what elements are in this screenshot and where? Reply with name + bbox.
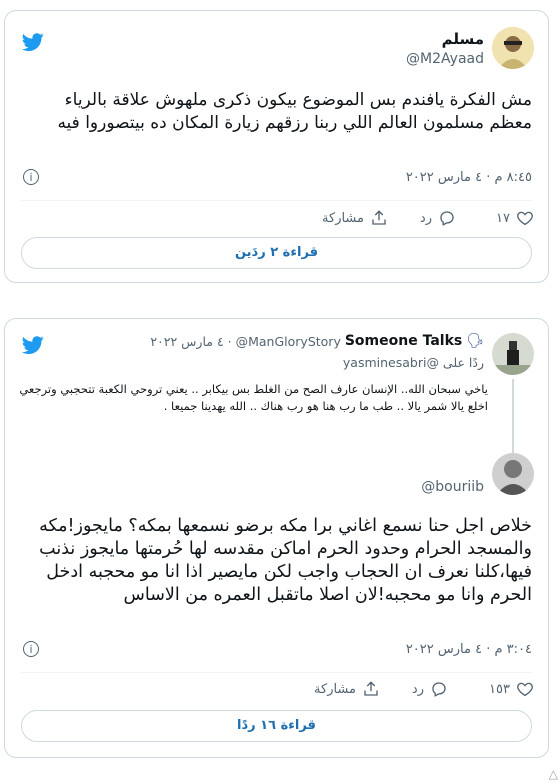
tweet-card-2[interactable]: 🗣 Someone Talks @ManGloryStory · ٤ مارس …	[4, 318, 549, 758]
twitter-bird-icon[interactable]	[20, 31, 46, 53]
read-replies-button[interactable]: قراءة ٢ ردَين	[21, 237, 532, 269]
tweet-timestamp[interactable]: ٨:٤٥ م · ٤ مارس ٢٠٢٢	[406, 170, 532, 185]
avatar[interactable]	[492, 453, 534, 495]
like-count: ١٥٣	[489, 681, 510, 697]
speaking-head-emoji: 🗣	[466, 333, 484, 349]
parent-author-handle[interactable]: @ManGloryStory	[236, 334, 341, 349]
avatar[interactable]	[492, 333, 534, 375]
reply-button[interactable]: رد	[420, 209, 456, 227]
tweet-card-1[interactable]: مسلم @M2Ayaad مش الفكرة يافندم بس الموضو…	[4, 10, 549, 283]
tweet-text: مش الفكرة يافندم بس الموضوع بيكون ذكرى م…	[57, 90, 532, 133]
like-count: ١٧	[496, 210, 510, 226]
twitter-bird-icon[interactable]	[20, 334, 46, 356]
divider	[21, 200, 532, 201]
share-button[interactable]: مشاركة	[314, 680, 380, 698]
share-icon	[372, 210, 386, 225]
author-handle[interactable]: @M2Ayaad	[406, 51, 484, 67]
author-name[interactable]: مسلم	[442, 30, 484, 48]
thread-line	[512, 379, 514, 453]
tweet-timestamp[interactable]: ٣:٠٤ م · ٤ مارس ٢٠٢٢	[406, 642, 532, 657]
share-button[interactable]: مشاركة	[322, 209, 388, 227]
reply-icon	[432, 682, 446, 697]
parent-date[interactable]: · ٤ مارس ٢٠٢٢	[150, 334, 231, 349]
tweet-text: خلاص اجل حنا نسمع اغاني برا مكه برضو نسم…	[39, 516, 532, 605]
read-replies-button[interactable]: قراءة ١٦ ردًا	[21, 710, 532, 742]
avatar[interactable]	[492, 27, 534, 69]
reply-button[interactable]: رد	[412, 680, 448, 698]
parent-tweet-text: ياخي سبحان الله.. الإنسان عارف الصح من ا…	[19, 382, 488, 413]
share-label: مشاركة	[322, 210, 364, 226]
info-icon[interactable]: i	[23, 641, 39, 657]
like-button[interactable]: ١٧	[496, 209, 534, 227]
parent-header: 🗣 Someone Talks @ManGloryStory · ٤ مارس …	[150, 333, 484, 349]
reply-label: رد	[411, 681, 424, 697]
heart-icon	[517, 211, 533, 226]
heart-icon	[517, 682, 533, 697]
info-icon[interactable]: i	[23, 169, 39, 185]
reply-icon	[440, 211, 454, 226]
author-handle[interactable]: @bouriib	[421, 479, 484, 495]
scroll-arrow-icon[interactable]: △	[549, 767, 558, 781]
like-button[interactable]: ١٥٣	[489, 680, 534, 698]
reply-to-label[interactable]: ردًا على @yasminesabri	[343, 355, 484, 370]
reply-label: رد	[419, 210, 432, 226]
divider	[21, 672, 532, 673]
share-icon	[364, 681, 378, 696]
parent-author-name[interactable]: Someone Talks	[345, 333, 462, 349]
share-label: مشاركة	[314, 681, 356, 697]
